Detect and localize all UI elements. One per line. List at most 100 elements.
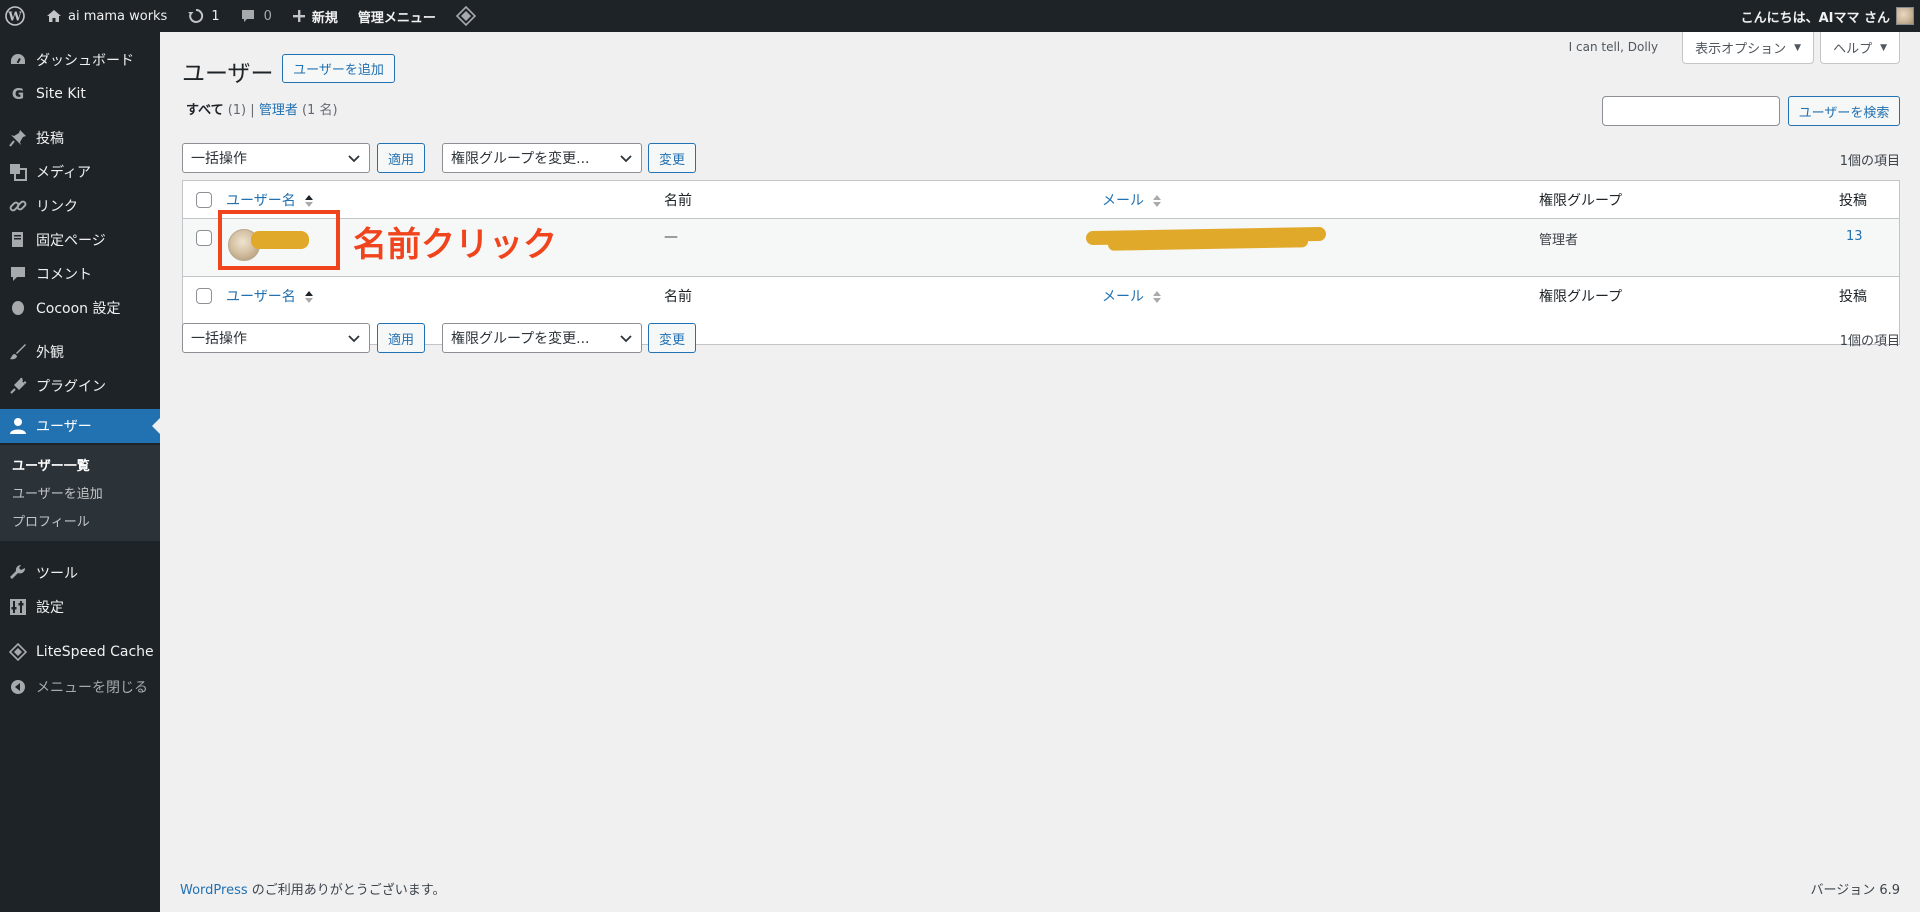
account-avatar: [1896, 7, 1914, 25]
sort-icon: [1153, 195, 1162, 207]
svg-text:W: W: [7, 10, 22, 24]
column-role-header: 権限グループ: [1539, 193, 1623, 209]
menu-label: リンク: [36, 199, 78, 215]
select-value: 権限グループを変更...: [451, 331, 590, 347]
role-change-select-bottom[interactable]: 権限グループを変更...: [442, 323, 642, 353]
chevron-down-icon: [620, 155, 632, 163]
menu-comments[interactable]: コメント: [0, 257, 160, 291]
menu-label: コメント: [36, 267, 92, 283]
column-posts-header: 投稿: [1839, 193, 1867, 209]
user-role: 管理者: [1539, 233, 1579, 248]
help-label: ヘルプ: [1833, 42, 1873, 57]
column-username-footer[interactable]: ユーザー名: [226, 286, 314, 306]
comment-bubble-icon: [241, 10, 254, 22]
home-icon: [47, 10, 61, 22]
admin-bar: W ai mama works 1 0 新規 管理メニュー こんにちは、AIママ…: [0, 0, 1920, 32]
new-content-link[interactable]: 新規: [282, 0, 348, 32]
refresh-icon: [188, 8, 204, 23]
link-icon: [0, 197, 36, 215]
menu-tools[interactable]: ツール: [0, 556, 160, 590]
select-all-checkbox-bottom[interactable]: [196, 288, 212, 304]
version-text: バージョン 6.9: [1810, 883, 1900, 898]
menu-label: 外観: [36, 345, 64, 361]
site-name-link[interactable]: ai mama works: [36, 0, 177, 32]
submenu-all-users[interactable]: ユーザー一覧: [12, 455, 90, 474]
new-label: 新規: [311, 10, 338, 26]
search-users-button[interactable]: ユーザーを検索: [1788, 96, 1900, 126]
screen-meta-links: I can tell, Dolly 表示オプション ▼ ヘルプ ▼: [1569, 32, 1900, 64]
add-user-button[interactable]: ユーザーを追加: [282, 54, 395, 83]
dashboard-icon: [0, 51, 36, 69]
menu-users[interactable]: ユーザー: [0, 409, 160, 443]
filter-admin-link[interactable]: 管理者: [259, 103, 298, 118]
change-button-top[interactable]: 変更: [648, 143, 696, 173]
column-username-header[interactable]: ユーザー名: [226, 190, 314, 210]
filter-all-link[interactable]: すべて: [186, 103, 224, 118]
column-posts-footer: 投稿: [1839, 289, 1867, 305]
user-display-name: —: [664, 229, 678, 245]
menu-label: 投稿: [36, 131, 64, 147]
menu-cocoon[interactable]: Cocoon 設定: [0, 291, 160, 325]
menu-plugins[interactable]: プラグイン: [0, 369, 160, 403]
menu-pages[interactable]: 固定ページ: [0, 223, 160, 257]
display-options-label: 表示オプション: [1695, 42, 1787, 57]
wordpress-logo-icon[interactable]: W: [0, 0, 36, 32]
settings-icon: [0, 598, 36, 616]
footer-thanks: のご利用ありがとうございます。: [247, 883, 446, 898]
collapse-icon: [0, 679, 36, 695]
menu-collapse[interactable]: メニューを閉じる: [0, 670, 160, 704]
table-header-row: ユーザー名 名前 メール 権限グループ 投稿: [183, 181, 1899, 219]
column-name-header: 名前: [664, 193, 692, 209]
menu-links[interactable]: リンク: [0, 189, 160, 223]
select-all-checkbox[interactable]: [196, 192, 212, 208]
column-email-footer[interactable]: メール: [1102, 286, 1162, 306]
role-change-select-top[interactable]: 権限グループを変更...: [442, 143, 642, 173]
user-posts-count[interactable]: 13: [1846, 229, 1863, 244]
menu-media[interactable]: メディア: [0, 155, 160, 189]
submenu-add-user[interactable]: ユーザーを追加: [12, 483, 103, 502]
filter-all-count: (1): [227, 103, 247, 118]
row-checkbox[interactable]: [196, 230, 212, 246]
menu-label: LiteSpeed Cache: [36, 644, 154, 660]
filter-separator: |: [250, 103, 255, 118]
menu-settings[interactable]: 設定: [0, 590, 160, 624]
bulk-action-select-top[interactable]: 一括操作: [182, 143, 370, 173]
hello-dolly-text: I can tell, Dolly: [1568, 40, 1659, 54]
menu-appearance[interactable]: 外観: [0, 335, 160, 369]
menu-label: 固定ページ: [36, 233, 106, 249]
change-button-bottom[interactable]: 変更: [648, 323, 696, 353]
apply-button-top[interactable]: 適用: [377, 143, 425, 173]
menu-site-kit[interactable]: G Site Kit: [0, 77, 160, 111]
admin-sidebar: ダッシュボード G Site Kit 投稿 メディア リンク 固定ページ コメン…: [0, 32, 160, 912]
sort-icon: [1153, 291, 1162, 303]
admin-menu-link[interactable]: 管理メニュー: [348, 0, 446, 32]
user-search-input[interactable]: [1602, 96, 1780, 126]
cocoon-icon: [0, 300, 36, 316]
menu-dashboard[interactable]: ダッシュボード: [0, 43, 160, 77]
display-options-button[interactable]: 表示オプション ▼: [1682, 32, 1815, 64]
column-email-header[interactable]: メール: [1102, 190, 1162, 210]
admin-menu-label: 管理メニュー: [357, 10, 436, 26]
updates-link[interactable]: 1: [177, 0, 229, 32]
greeting-text: こんにちは、AIママ さん: [1740, 10, 1890, 26]
apply-button-bottom[interactable]: 適用: [377, 323, 425, 353]
menu-label: Site Kit: [36, 86, 86, 102]
comments-link[interactable]: 0: [230, 0, 282, 32]
bulk-action-select-bottom[interactable]: 一括操作: [182, 323, 370, 353]
help-button[interactable]: ヘルプ ▼: [1820, 32, 1900, 64]
column-name-footer: 名前: [664, 289, 692, 305]
my-account-link[interactable]: こんにちは、AIママ さん: [1731, 0, 1920, 32]
submenu-profile[interactable]: プロフィール: [12, 511, 90, 530]
user-icon: [0, 417, 36, 435]
chevron-down-icon: [348, 335, 360, 343]
admin-footer-text: WordPress のご利用ありがとうございます。: [180, 879, 445, 898]
menu-label: メディア: [36, 165, 92, 181]
page-icon: [0, 231, 36, 249]
wordpress-link[interactable]: WordPress: [180, 883, 248, 898]
site-name: ai mama works: [68, 8, 168, 24]
menu-posts[interactable]: 投稿: [0, 121, 160, 155]
menu-label: プラグイン: [36, 379, 106, 395]
plugin-icon: [0, 377, 36, 395]
menu-litespeed[interactable]: LiteSpeed Cache: [0, 635, 160, 669]
litespeed-diamond-icon[interactable]: [446, 0, 492, 32]
